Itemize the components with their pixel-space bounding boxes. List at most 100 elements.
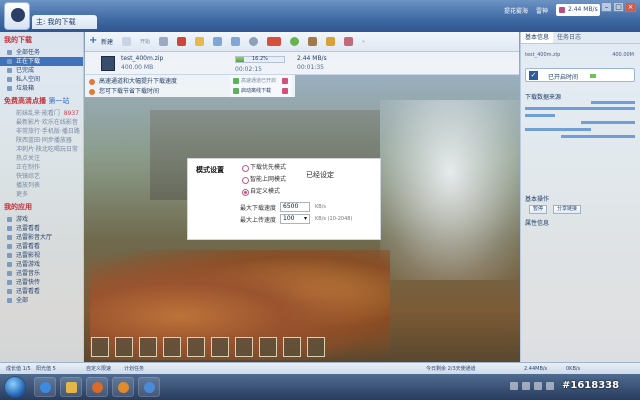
pause-icon[interactable] [159, 37, 169, 46]
sidebar-item-trash[interactable]: 垃圾箱 [0, 84, 83, 93]
sidebar-app-item[interactable]: 迅雷看看 [0, 224, 83, 233]
title-link-user[interactable]: 提花雾海 [504, 6, 528, 15]
sidebar-app-item[interactable]: 迅雷影视 [0, 251, 83, 260]
mail-icon[interactable] [326, 37, 336, 46]
thumbnail[interactable] [163, 337, 181, 357]
sidebar-vod-item[interactable]: 前妹乱来·能看门 8937 [0, 109, 83, 118]
radio-smart-mode[interactable]: 智能上网模式 [242, 176, 286, 184]
sidebar-section-my-downloads: 我的下载 [4, 36, 32, 44]
tab-basic-info[interactable]: 基本信息 [521, 32, 554, 43]
max-upload-select[interactable]: 100 [280, 214, 310, 224]
taskbar-media[interactable] [86, 377, 108, 397]
tray-icon[interactable] [546, 382, 554, 390]
sidebar-app-item[interactable]: 迅雷音乐 [0, 269, 83, 278]
sidebar-vod-item[interactable]: 陕西蓝田·同步播放器 [0, 136, 83, 145]
thumbnail[interactable] [139, 337, 157, 357]
sidebar-app-item[interactable]: 迅雷游戏 [0, 260, 83, 269]
sidebar-vod-item[interactable]: 正在制作 [0, 163, 83, 172]
lock-icon [7, 77, 12, 82]
taskbar-explorer[interactable] [60, 377, 82, 397]
tray-icon[interactable] [510, 382, 518, 390]
start-button-label[interactable]: 开始 [140, 38, 150, 45]
delete-icon[interactable] [177, 37, 187, 46]
accel-toggle[interactable]: 高速通道已开启 [232, 77, 278, 85]
sidebar-app-item[interactable]: 游戏 [0, 215, 83, 224]
sidebar-vod-item[interactable]: 冲刺片·陕北吃喝玩日常 [0, 145, 83, 154]
sidebar-app-item[interactable]: 迅雷看看 [0, 287, 83, 296]
max-download-input[interactable]: 6500 [280, 202, 310, 212]
thumbnail[interactable] [259, 337, 277, 357]
thumbnail[interactable] [307, 337, 325, 357]
sidebar-vod-item[interactable]: 非常旅行·手机版·播日路 [0, 127, 83, 136]
thumbnail[interactable] [91, 337, 109, 357]
down-icon[interactable] [231, 37, 241, 46]
new-task-button[interactable]: 新建 [89, 35, 113, 46]
sidebar-item-downloading[interactable]: 正在下载 [0, 57, 83, 66]
thumbnail[interactable] [211, 337, 229, 357]
sidebar-app-item[interactable]: 全部 [0, 296, 83, 305]
promo-line[interactable]: 您可下载节省下载时间 [89, 87, 159, 96]
sidebar-app-item[interactable]: 迅雷看看 [0, 242, 83, 251]
app-icon [7, 226, 12, 231]
sidebar-vod-item[interactable]: 快镜综艺 [0, 172, 83, 181]
title-link-account[interactable]: 雷神 [536, 6, 548, 15]
maximize-button[interactable]: □ [613, 2, 624, 12]
photo-icon[interactable] [308, 37, 318, 46]
sidebar-vod-item[interactable]: 更多 [0, 190, 83, 199]
app-icon [7, 244, 12, 249]
peers-title: 下载数据来源 [525, 94, 562, 101]
settings-icon[interactable] [249, 37, 259, 46]
offline-toggle[interactable]: 启动离线下载 [232, 87, 278, 95]
taskbar-ie[interactable] [34, 377, 56, 397]
start-button[interactable] [4, 376, 26, 398]
radio-download-priority[interactable]: 下载优先模式 [242, 164, 286, 172]
share-icon[interactable] [344, 37, 354, 46]
up-icon[interactable] [213, 37, 223, 46]
share-link-button[interactable]: 分享链接 [553, 205, 582, 214]
sidebar-vod-item[interactable]: 热点关注 [0, 154, 83, 163]
play-icon[interactable] [122, 37, 132, 46]
app-icon [7, 289, 12, 294]
sidebar-vod-item[interactable]: 最新影片·欢乐在线影音 [0, 118, 83, 127]
taskbar-firefox[interactable] [112, 377, 134, 397]
sidebar-vod-item[interactable]: 播放列表 [0, 181, 83, 190]
radio-custom-mode[interactable]: 自定义模式 [242, 188, 280, 196]
check-icon [7, 68, 12, 73]
app-icon [7, 253, 12, 258]
top-icon[interactable] [267, 37, 282, 46]
thumbnail[interactable] [235, 337, 253, 357]
accel-status[interactable]: ✓ 已开启时间 [525, 68, 635, 82]
tray-icon[interactable] [534, 382, 542, 390]
accel-toggle-indicator [282, 78, 288, 84]
sidebar-item-completed[interactable]: 已完成 [0, 66, 83, 75]
dialog-title: 模式设置 [196, 166, 224, 174]
more-icon[interactable]: » [362, 39, 365, 45]
toolbar: 新建 开始 » [85, 32, 519, 52]
tray-icon[interactable] [522, 382, 530, 390]
app-icon [7, 235, 12, 240]
progress-bar: 16.2% [235, 56, 285, 63]
download-row[interactable]: test_400m.zip 400.00 MB 16.2% 00:02:15 2… [85, 52, 519, 75]
thumbnail[interactable] [283, 337, 301, 357]
peer-bar [591, 101, 635, 104]
promo-line[interactable]: 高速通道和大幅提升下载速度 [89, 77, 177, 86]
tab-task-log[interactable]: 任务日志 [553, 32, 585, 43]
folder-icon[interactable] [195, 37, 205, 46]
minimize-button[interactable]: – [601, 2, 612, 12]
peer-bar [581, 121, 635, 124]
sidebar-app-item[interactable]: 迅雷影音大厅 [0, 233, 83, 242]
taskbar-thunder[interactable] [138, 377, 160, 397]
sidebar-item-all[interactable]: 全部任务 [0, 48, 83, 57]
folder-icon [66, 382, 77, 393]
pause-button[interactable]: 暂停 [529, 205, 548, 214]
speed-badge: 2.44 MB/s [556, 4, 600, 16]
add-icon[interactable] [290, 37, 300, 46]
avatar[interactable] [4, 2, 30, 30]
tab-my-downloads[interactable]: 主: 我的下载 [32, 15, 97, 29]
close-button[interactable]: × [625, 2, 636, 12]
trash-icon [7, 86, 12, 91]
sidebar-item-private[interactable]: 私人空间 [0, 75, 83, 84]
sidebar-app-item[interactable]: 迅雷快传 [0, 278, 83, 287]
thumbnail[interactable] [187, 337, 205, 357]
thumbnail[interactable] [115, 337, 133, 357]
